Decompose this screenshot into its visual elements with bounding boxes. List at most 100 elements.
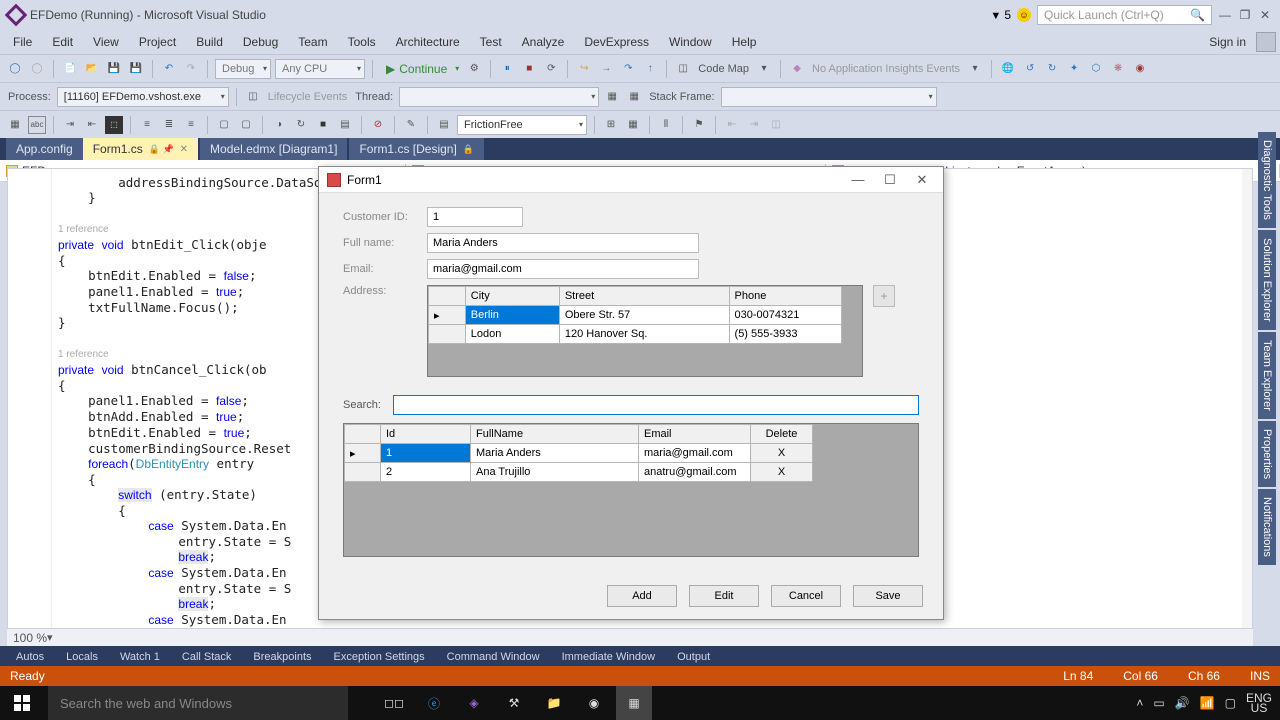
codemap-icon[interactable]: ◫ [674, 60, 692, 78]
config-dropdown[interactable]: Debug [215, 59, 271, 79]
menu-build[interactable]: Build [187, 32, 232, 52]
menu-devexpress[interactable]: DevExpress [575, 32, 658, 52]
te-ic17[interactable]: ⫴ [657, 116, 675, 134]
te-ic18[interactable]: ⇤ [723, 116, 741, 134]
tab-appconfig[interactable]: App.config [6, 138, 83, 160]
start-button[interactable] [0, 686, 44, 720]
system-tray[interactable]: ˄ ▭ 🔊 📶 ▢ ENGUS [1136, 693, 1280, 713]
thread-ic2[interactable]: ▦ [625, 88, 643, 106]
stackframe-dropdown[interactable] [721, 87, 937, 107]
delete-row-button[interactable]: X [751, 444, 813, 463]
nav-fwd-icon[interactable]: ◯ [28, 60, 46, 78]
te-ic20[interactable]: ◫ [767, 116, 785, 134]
save-button[interactable]: Save [853, 585, 923, 607]
menu-test[interactable]: Test [471, 32, 511, 52]
continue-button[interactable]: Continue [380, 59, 461, 79]
te-bookmark-icon[interactable]: ◑ [270, 116, 288, 134]
ie-icon[interactable]: ⓔ [416, 686, 452, 720]
cust-cell[interactable]: anatru@gmail.com [639, 463, 751, 482]
te-ic2[interactable]: abc [28, 116, 46, 134]
browser-icon[interactable]: 🌐 [999, 60, 1017, 78]
nav-back-icon[interactable]: ◯ [6, 60, 24, 78]
open-icon[interactable]: 📂 [83, 60, 101, 78]
save-all-icon[interactable]: 💾 [127, 60, 145, 78]
vs-icon[interactable]: ◈ [456, 686, 492, 720]
tb-ic2[interactable]: ↻ [1043, 60, 1061, 78]
zoom-dropdown[interactable]: 100 % [13, 631, 47, 645]
undo-icon[interactable]: ↶ [160, 60, 178, 78]
sign-in-link[interactable]: Sign in [1200, 32, 1254, 52]
cust-col-delete[interactable]: Delete [751, 425, 813, 444]
new-project-icon[interactable]: 📄 [61, 60, 79, 78]
tb-ic5[interactable]: ❋ [1109, 60, 1127, 78]
user-avatar-icon[interactable] [1256, 32, 1276, 52]
tray-chevron-icon[interactable]: ˄ [1136, 696, 1143, 710]
cust-col-name[interactable]: FullName [471, 425, 639, 444]
close-button[interactable]: ✕ [1258, 8, 1272, 22]
customer-grid[interactable]: IdFullNameEmailDelete ▸1Maria Andersmari… [343, 423, 919, 557]
te-ic19[interactable]: ⇥ [745, 116, 763, 134]
thread-ic1[interactable]: ▦ [603, 88, 621, 106]
tb-ic6[interactable]: ◉ [1131, 60, 1149, 78]
feedback-icon[interactable]: ☺ [1017, 8, 1031, 22]
chrome-icon[interactable]: ◉ [576, 686, 612, 720]
delete-row-button[interactable]: X [751, 463, 813, 482]
minimize-button[interactable]: — [1218, 8, 1232, 22]
redo-icon[interactable]: ↷ [182, 60, 200, 78]
tray-battery-icon[interactable]: ▭ [1153, 696, 1164, 710]
cust-col-email[interactable]: Email [639, 425, 751, 444]
menu-view[interactable]: View [84, 32, 128, 52]
te-ic11[interactable]: ■ [314, 116, 332, 134]
te-ic10[interactable]: ↻ [292, 116, 310, 134]
addr-cell[interactable]: Berlin [465, 306, 559, 325]
explorer-icon[interactable]: 📁 [536, 686, 572, 720]
app-icon[interactable]: ⚒ [496, 686, 532, 720]
tab-form1design[interactable]: Form1.cs [Design]🔒 [349, 138, 484, 160]
notification-flag-icon[interactable]: ▼ 5 [990, 8, 1011, 22]
quick-launch-input[interactable]: Quick Launch (Ctrl+Q)🔍 [1037, 5, 1212, 25]
tb-ic1[interactable]: ↺ [1021, 60, 1039, 78]
menu-tools[interactable]: Tools [339, 32, 385, 52]
email-input[interactable] [427, 259, 699, 279]
te-ic12[interactable]: ▤ [336, 116, 354, 134]
addr-cell[interactable]: Lodon [465, 325, 559, 344]
save-icon[interactable]: 💾 [105, 60, 123, 78]
te-comment-icon[interactable]: ▢ [215, 116, 233, 134]
step-icon[interactable]: ⚙ [465, 60, 483, 78]
rtab-properties[interactable]: Properties [1258, 421, 1276, 487]
edit-button[interactable]: Edit [689, 585, 759, 607]
tb-ic3[interactable]: ✦ [1065, 60, 1083, 78]
te-ic7[interactable]: ≣ [160, 116, 178, 134]
te-ic1[interactable]: ▦ [6, 116, 24, 134]
addr-col-street[interactable]: Street [559, 287, 729, 306]
pause-icon[interactable]: ⏸ [498, 60, 516, 78]
btab-locals[interactable]: Locals [56, 647, 108, 667]
menu-help[interactable]: Help [723, 32, 766, 52]
addr-cell[interactable]: 030-0074321 [729, 306, 841, 325]
te-ic5[interactable]: ⬚ [105, 116, 123, 134]
te-ic3[interactable]: ⇥ [61, 116, 79, 134]
lifecycle-icon[interactable]: ◫ [244, 88, 262, 106]
cancel-button[interactable]: Cancel [771, 585, 841, 607]
tb-ic4[interactable]: ⬡ [1087, 60, 1105, 78]
cust-col-id[interactable]: Id [381, 425, 471, 444]
menu-architecture[interactable]: Architecture [387, 32, 469, 52]
menu-project[interactable]: Project [130, 32, 185, 52]
address-grid[interactable]: CityStreetPhone ▸BerlinObere Str. 57030-… [427, 285, 863, 377]
rtab-team[interactable]: Team Explorer [1258, 332, 1276, 419]
insights-label[interactable]: No Application Insights Events [810, 63, 962, 75]
close-tab-icon[interactable]: ✕ [180, 144, 188, 155]
step-out-icon[interactable]: ↑ [641, 60, 659, 78]
customerid-input[interactable] [427, 207, 523, 227]
taskbar-search[interactable]: Search the web and Windows [48, 686, 348, 720]
menu-file[interactable]: File [4, 32, 41, 52]
step-into-icon[interactable]: → [597, 60, 615, 78]
menu-window[interactable]: Window [660, 32, 721, 52]
stop-icon[interactable]: ■ [520, 60, 538, 78]
show-next-icon[interactable]: ↪ [575, 60, 593, 78]
te-nosign-icon[interactable]: ⊘ [369, 116, 387, 134]
cust-cell[interactable]: Ana Trujillo [471, 463, 639, 482]
addr-col-city[interactable]: City [465, 287, 559, 306]
btab-command[interactable]: Command Window [437, 647, 550, 667]
btab-breakpoints[interactable]: Breakpoints [243, 647, 321, 667]
